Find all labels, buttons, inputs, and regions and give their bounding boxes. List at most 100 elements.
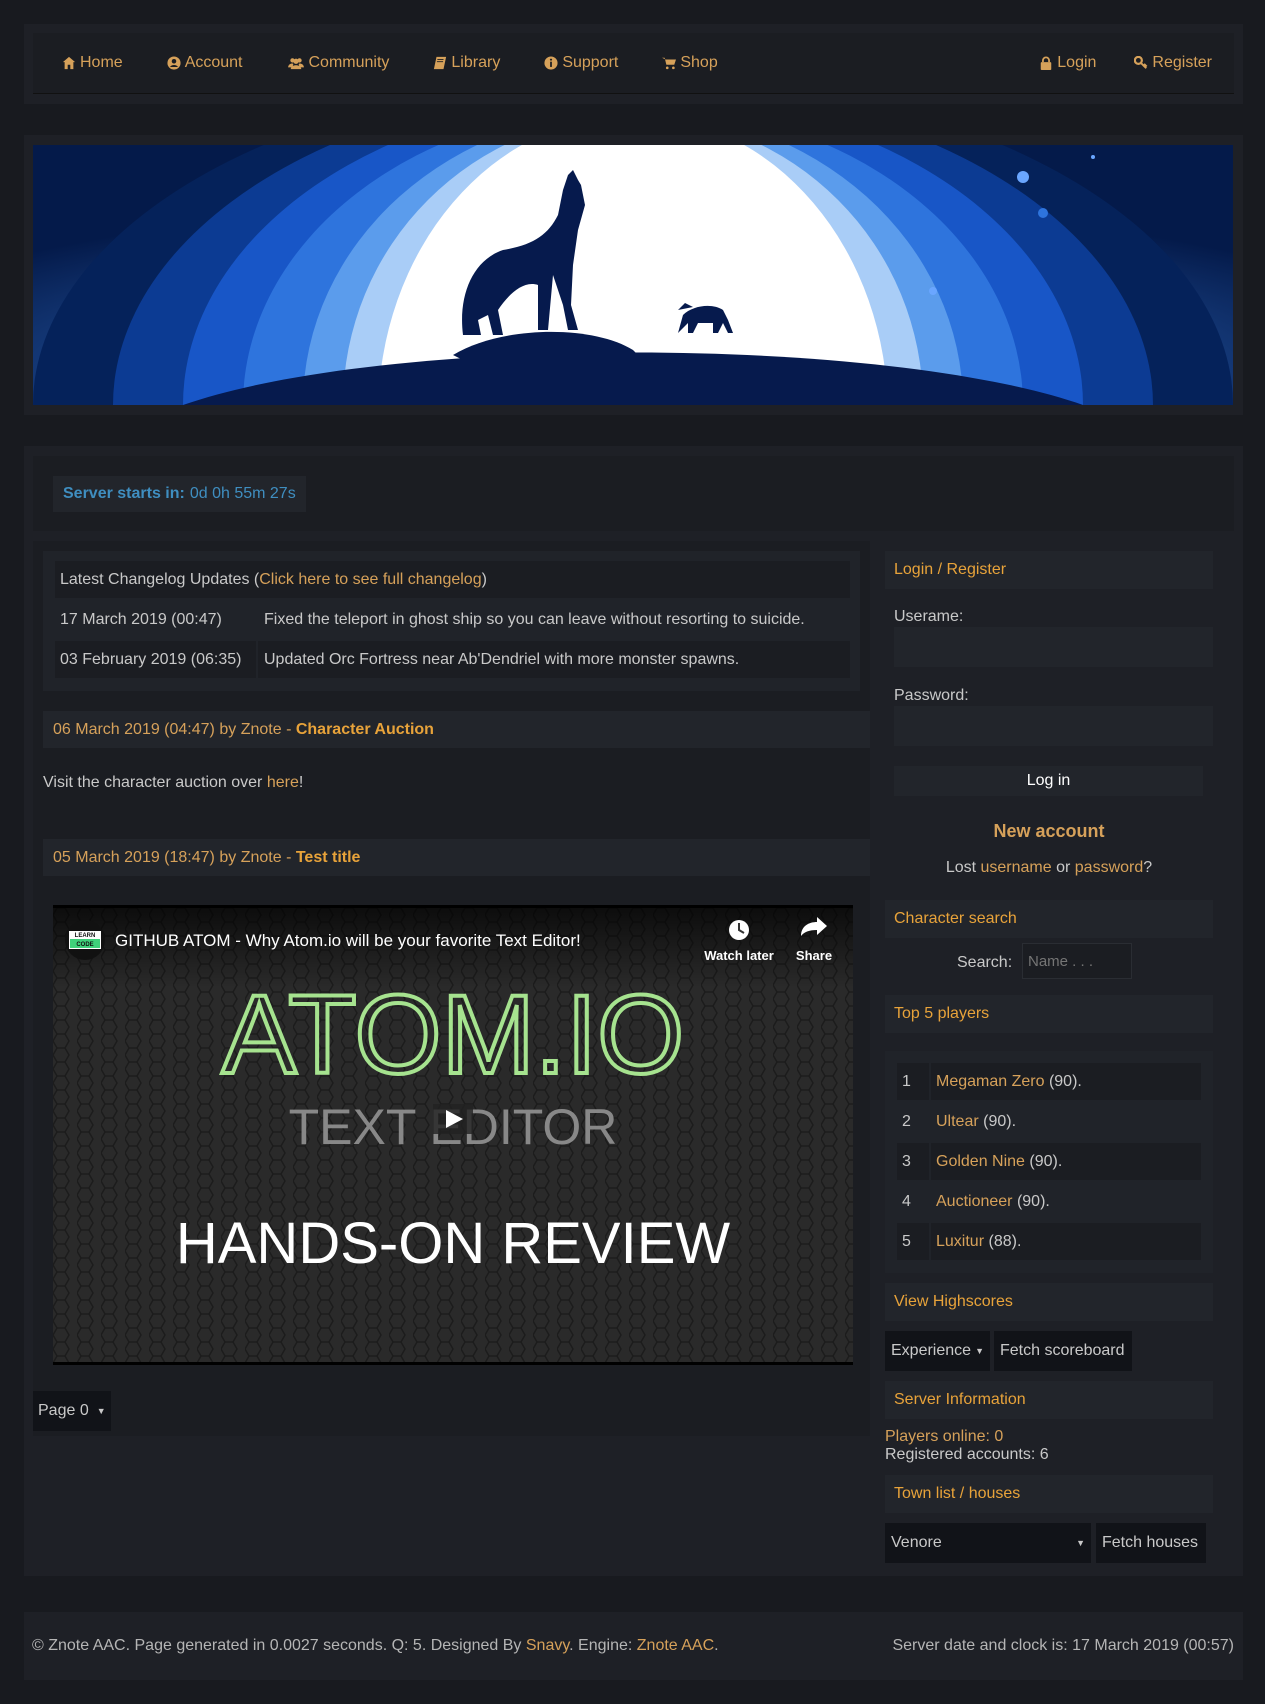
nav-community[interactable]: Community bbox=[287, 54, 390, 72]
video-big-title: ATOM.IO bbox=[222, 972, 685, 1097]
fetch-houses-button[interactable]: Fetch houses bbox=[1096, 1523, 1206, 1563]
player-level: (90). bbox=[1016, 1192, 1050, 1210]
chevron-down-icon: ▼ bbox=[1076, 1538, 1085, 1548]
chevron-down-icon: ▼ bbox=[975, 1346, 984, 1356]
top5-list: 1 Megaman Zero (90). 2 Ultear (90). 3 Go… bbox=[885, 1051, 1213, 1273]
channel-badge-line2: CODE bbox=[76, 942, 93, 948]
user-circle-icon bbox=[167, 56, 181, 70]
post-separator: - bbox=[286, 848, 292, 866]
top5-player: Golden Nine (90). bbox=[931, 1153, 1062, 1171]
nav-support[interactable]: Support bbox=[544, 54, 618, 72]
top5-row: 1 Megaman Zero (90). bbox=[897, 1063, 1201, 1100]
nav-register[interactable]: Register bbox=[1134, 54, 1212, 72]
nav-library-label: Library bbox=[451, 54, 501, 71]
top5-row: 2 Ultear (90). bbox=[897, 1103, 1201, 1140]
full-changelog-link[interactable]: Click here to see full changelog bbox=[259, 571, 481, 588]
changelog-header: Latest Changelog Updates (Click here to … bbox=[55, 561, 850, 598]
main-content-frame: Server starts in: 0d 0h 55m 27s Latest C… bbox=[24, 446, 1243, 1576]
password-input[interactable] bbox=[894, 706, 1213, 746]
nav-shop[interactable]: Shop bbox=[662, 54, 718, 72]
town-list-title: Town list / houses bbox=[885, 1475, 1213, 1513]
top5-rank: 4 bbox=[897, 1183, 931, 1220]
changelog-heading: Latest Changelog Updates (Click here to … bbox=[55, 571, 487, 589]
clock-icon bbox=[729, 920, 749, 940]
footer-engine-suffix: . bbox=[714, 1637, 719, 1654]
highscore-type-select[interactable]: Experience ▼ bbox=[885, 1331, 990, 1371]
banner-wolf-moon-image bbox=[33, 145, 1233, 405]
highscores-title[interactable]: View Highscores bbox=[885, 1283, 1213, 1321]
player-link[interactable]: Ultear bbox=[936, 1113, 979, 1130]
home-icon bbox=[62, 56, 76, 70]
server-countdown: Server starts in: 0d 0h 55m 27s bbox=[53, 476, 306, 512]
character-search-title: Character search bbox=[885, 900, 1213, 938]
login-button[interactable]: Log in bbox=[894, 766, 1203, 796]
page-select[interactable]: Page 0 ▼ bbox=[33, 1391, 111, 1431]
new-account-link[interactable]: New account bbox=[885, 821, 1213, 842]
post-date: 05 March 2019 (18:47) bbox=[53, 848, 215, 866]
auction-here-link[interactable]: here bbox=[267, 774, 299, 791]
fetch-scoreboard-button[interactable]: Fetch scoreboard bbox=[994, 1331, 1132, 1371]
player-link[interactable]: Luxitur bbox=[936, 1233, 984, 1250]
book-icon bbox=[434, 56, 447, 70]
video-bottom-text: HANDS-ON REVIEW bbox=[176, 1211, 731, 1276]
nav-account[interactable]: Account bbox=[167, 54, 243, 72]
news-column: Latest Changelog Updates (Click here to … bbox=[33, 541, 870, 1436]
users-icon bbox=[287, 58, 304, 70]
nav-home[interactable]: Home bbox=[62, 54, 123, 72]
post-header: 06 March 2019 (04:47) by Znote - Charact… bbox=[43, 711, 870, 748]
post-body-suffix: ! bbox=[298, 774, 304, 791]
nav-community-label: Community bbox=[308, 54, 390, 71]
player-level: (90). bbox=[983, 1112, 1017, 1130]
players-online: Players online: 0 bbox=[885, 1428, 1004, 1445]
lost-or: or bbox=[1051, 859, 1075, 876]
player-link[interactable]: Auctioneer bbox=[936, 1193, 1013, 1210]
highscore-select-value: Experience bbox=[891, 1342, 972, 1359]
info-icon bbox=[544, 56, 558, 70]
changelog-text: Updated Orc Fortress near Ab'Dendriel wi… bbox=[264, 650, 740, 668]
character-search-input[interactable] bbox=[1022, 943, 1132, 979]
login-widget-title: Login / Register bbox=[885, 551, 1213, 589]
post-author-link[interactable]: Znote bbox=[241, 849, 282, 867]
town-select[interactable]: Venore ▼ bbox=[885, 1523, 1091, 1563]
changelog-row: 03 February 2019 (06:35) Updated Orc For… bbox=[55, 641, 850, 678]
changelog-heading-prefix: Latest Changelog Updates ( bbox=[60, 570, 260, 588]
nav-library[interactable]: Library bbox=[433, 54, 500, 72]
nav-register-label: Register bbox=[1152, 54, 1212, 71]
youtube-video-embed[interactable]: LEARN CODE GITHUB ATOM - Why Atom.io wil… bbox=[53, 905, 853, 1365]
player-link[interactable]: Megaman Zero bbox=[936, 1073, 1045, 1090]
nav-login-label: Login bbox=[1057, 54, 1097, 71]
player-level: (90). bbox=[1029, 1152, 1063, 1170]
watch-later-label: Watch later bbox=[704, 948, 774, 963]
lost-credentials-text: Lost username or password? bbox=[885, 859, 1213, 877]
lost-username-link[interactable]: username bbox=[981, 859, 1052, 876]
lost-password-link[interactable]: password bbox=[1075, 859, 1143, 876]
lost-prefix: Lost bbox=[945, 859, 981, 876]
engine-link[interactable]: Znote AAC bbox=[637, 1637, 714, 1654]
countdown-value: 0d 0h 55m 27s bbox=[189, 485, 296, 502]
top-navigation-frame: Home Account Community Library Support S… bbox=[24, 24, 1243, 104]
post-body: Visit the character auction over here! bbox=[43, 774, 303, 792]
nav-home-label: Home bbox=[80, 54, 123, 71]
nav-support-label: Support bbox=[562, 54, 619, 71]
nav-login[interactable]: Login bbox=[1039, 54, 1096, 72]
designer-link[interactable]: Snavy bbox=[526, 1637, 569, 1654]
changelog-date: 03 February 2019 (06:35) bbox=[55, 641, 258, 678]
lock-icon bbox=[1041, 56, 1052, 70]
page-select-value: Page 0 bbox=[38, 1402, 89, 1419]
username-input[interactable] bbox=[894, 627, 1213, 667]
post-title: Character Auction bbox=[295, 720, 434, 738]
top5-rank: 5 bbox=[897, 1223, 931, 1260]
post-separator: - bbox=[286, 720, 292, 738]
footer: © Znote AAC. Page generated in 0.0027 se… bbox=[24, 1612, 1243, 1680]
post-author-link[interactable]: Znote bbox=[241, 721, 282, 739]
top5-rank: 1 bbox=[897, 1063, 931, 1100]
sidebar: Login / Register Userame: Password: Log … bbox=[885, 541, 1233, 1563]
player-level: (90). bbox=[1048, 1072, 1082, 1090]
post-by: by bbox=[219, 848, 237, 866]
changelog-date: 17 March 2019 (00:47) bbox=[55, 601, 258, 638]
video-thumbnail: LEARN CODE GITHUB ATOM - Why Atom.io wil… bbox=[53, 908, 853, 1362]
footer-credits-text: © Znote AAC. Page generated in 0.0027 se… bbox=[32, 1637, 526, 1654]
player-link[interactable]: Golden Nine bbox=[936, 1153, 1025, 1170]
town-select-value: Venore bbox=[891, 1534, 942, 1551]
changelog-heading-suffix: ) bbox=[481, 570, 487, 588]
